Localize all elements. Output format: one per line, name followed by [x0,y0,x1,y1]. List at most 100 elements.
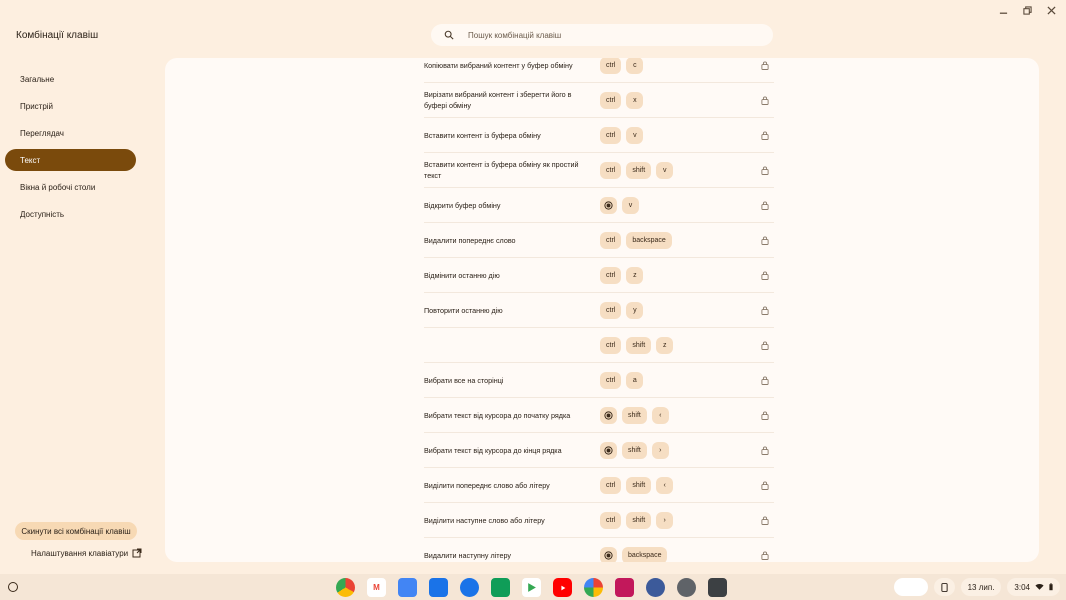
sidebar-item-text[interactable]: Текст [5,149,136,171]
key-chip: ctrl [600,476,622,494]
shortcut-keys: backspace [600,546,668,562]
shortcut-row[interactable]: Вибрати текст від курсора до кінця рядка… [424,433,774,468]
minimize-icon[interactable] [996,4,1010,16]
lock-icon [760,375,769,385]
lock-icon [760,480,769,490]
key-chip: ctrl [600,266,622,284]
shortcut-description: Вставити контент із буфера обміну як про… [424,160,579,180]
shortcut-keys: shift ‹ [600,406,669,424]
shortcut-row[interactable]: Вставити контент із буфера обміну ctrl v [424,118,774,153]
shortcut-description: Відкрити буфер обміну [424,200,501,210]
launcher-key-icon [600,196,617,214]
shortcut-keys: ctrl shift ‹ [600,476,674,494]
screencast-icon[interactable] [615,578,634,597]
settings-gear-icon[interactable] [677,578,696,597]
shortcut-row[interactable]: Вибрати текст від курсора до початку ряд… [424,398,774,433]
shortcut-keys: ctrl backspace [600,231,672,249]
keyboard-settings-link[interactable]: Налаштування клавіатури [31,548,142,558]
key-chip: ctrl [600,91,622,109]
shortcut-description: Копіювати вибраний контент у буфер обмін… [424,60,573,70]
files-icon[interactable] [429,578,448,597]
shortcut-row[interactable]: Вставити контент із буфера обміну як про… [424,153,774,188]
key-chip: shift [622,441,647,459]
shortcut-description: Вирізати вибраний контент і зберегти йог… [424,90,572,110]
key-chip: v [622,196,639,214]
avatars-icon[interactable] [893,578,928,596]
lock-icon [760,235,769,245]
external-link-icon [132,548,142,558]
key-chip: › [656,511,674,529]
keyboard-settings-label: Налаштування клавіатури [31,548,129,558]
shortcut-row[interactable]: ctrl shift z [424,328,774,363]
key-chip: ctrl [600,231,622,249]
key-chip: y [626,301,644,319]
search-input[interactable]: Пошук комбінацій клавіш [468,31,561,40]
calendar-icon[interactable] [398,578,417,597]
gallery-icon[interactable] [646,578,665,597]
shortcut-description: Вибрати все на сторінці [424,375,504,385]
sidebar-item-accessibility[interactable]: Доступність [5,203,136,225]
shortcut-row[interactable]: Видалити попереднє слово ctrl backspace [424,223,774,258]
shortcut-description: Вибрати текст від курсора до кінця рядка [424,445,562,455]
messages-icon[interactable] [460,578,479,597]
gmail-icon[interactable]: M [367,578,386,597]
shortcut-list: Копіювати вибраний контент у буфер обмін… [424,58,774,562]
shortcut-keys: ctrl shift › [600,511,674,529]
app-title: Комбінації клавіш [16,30,99,41]
launcher-key-icon [600,441,617,459]
shortcut-keys: ctrl y [600,301,644,319]
shortcut-row[interactable]: Виділити попереднє слово або літеру ctrl s… [424,468,774,503]
shortcut-keys: shift › [600,441,669,459]
shortcut-description: Виділити наступне слово або літеру [424,515,545,525]
shortcut-row[interactable]: Повторити останню дію ctrl y [424,293,774,328]
shortcut-row[interactable]: Видалити наступну літеру backspace [424,538,774,562]
shortcut-row[interactable]: Відмінити останню дію ctrl z [424,258,774,293]
time-status-pill[interactable]: 3:04 [1007,578,1060,596]
status-tray: 13 лип. 3:04 [893,578,1060,596]
key-chip: ctrl [600,301,622,319]
key-chip: v [626,126,644,144]
meet-icon[interactable] [491,578,510,597]
sidebar: Загальне Пристрій Переглядач Текст Вікна… [0,68,150,230]
close-icon[interactable] [1044,4,1058,16]
sidebar-item-device[interactable]: Пристрій [5,95,136,117]
launcher-key-icon [600,406,617,424]
shortcuts-app-icon[interactable] [708,578,727,597]
launcher-icon[interactable] [8,582,18,592]
youtube-icon[interactable] [553,578,572,597]
shortcut-row[interactable]: Відкрити буфер обміну v [424,188,774,223]
sidebar-item-browser[interactable]: Переглядач [5,122,136,144]
phone-hub-icon[interactable] [933,578,955,596]
shortcut-row[interactable]: Виділити наступне слово або літеру ctrl sh… [424,503,774,538]
key-chip: a [626,371,644,389]
shortcut-description: Відмінити останню дію [424,270,500,280]
reset-all-shortcuts-button[interactable]: Скинути всі комбінації клавіш [15,522,137,540]
sidebar-item-general[interactable]: Загальне [5,68,136,90]
restore-icon[interactable] [1020,4,1034,16]
photos-icon[interactable] [584,578,603,597]
key-chip: shift [626,511,652,529]
lock-icon [760,410,769,420]
sidebar-item-windows-desks[interactable]: Вікна й робочі столи [5,176,136,198]
key-chip: ctrl [600,126,622,144]
key-chip: shift [626,476,652,494]
shortcut-row[interactable]: Копіювати вибраний контент у буфер обмін… [424,58,774,83]
lock-icon [760,95,769,105]
key-chip: c [626,58,644,74]
shortcut-description: Виділити попереднє слово або літеру [424,480,550,490]
key-chip: ‹ [651,406,669,424]
shortcut-keys: ctrl v [600,126,644,144]
shortcut-keys: ctrl z [600,266,644,284]
lock-icon [760,270,769,280]
lock-icon [760,515,769,525]
shortcut-row[interactable]: Вирізати вибраний контент і зберегти йог… [424,83,774,118]
play-store-icon[interactable] [522,578,541,597]
lock-icon [760,60,769,70]
wifi-icon [1035,583,1044,590]
chrome-icon[interactable] [336,578,355,597]
shortcut-keys: ctrl x [600,91,644,109]
date-pill[interactable]: 13 лип. [960,578,1002,596]
search-bar[interactable]: Пошук комбінацій клавіш [431,24,773,46]
key-chip: ctrl [600,336,622,354]
shortcut-row[interactable]: Вибрати все на сторінці ctrl a [424,363,774,398]
